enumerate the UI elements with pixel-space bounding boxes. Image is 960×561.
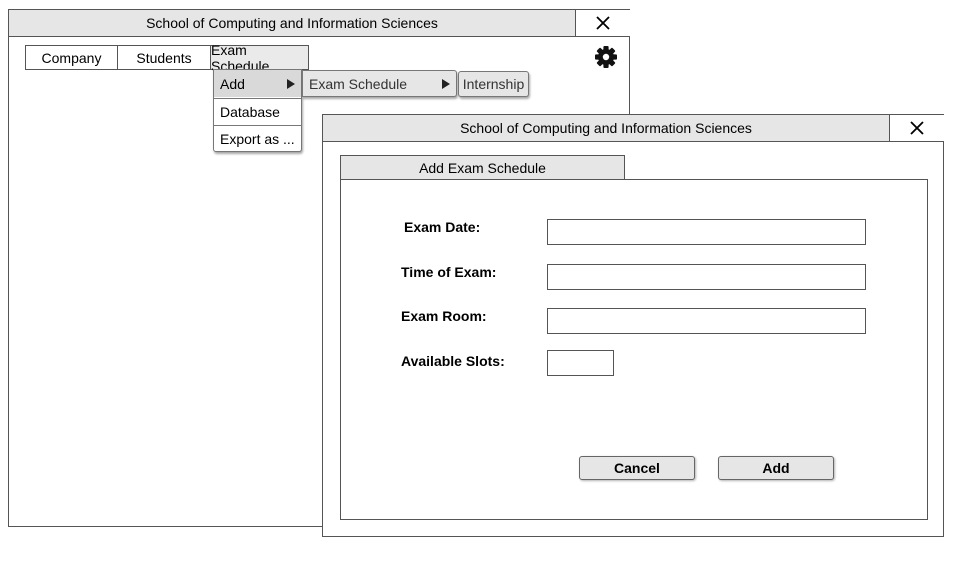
cancel-button[interactable]: Cancel — [579, 456, 695, 480]
exam-date-label: Exam Date: — [404, 219, 481, 235]
submenu-internship[interactable]: Internship — [458, 71, 529, 97]
tab-add-exam-schedule[interactable]: Add Exam Schedule — [340, 155, 625, 180]
tab-exam-schedule[interactable]: Exam Schedule — [210, 42, 309, 74]
dialog-title: School of Computing and Information Scie… — [323, 115, 889, 142]
exam-room-field[interactable] — [547, 308, 866, 334]
submenu-exam-schedule[interactable]: Exam Schedule — [302, 70, 457, 97]
gear-icon — [595, 46, 617, 68]
add-exam-dialog: School of Computing and Information Scie… — [322, 114, 944, 537]
submenu-exam-schedule-label: Exam Schedule — [309, 75, 408, 92]
exam-room-label: Exam Room: — [401, 308, 487, 324]
menu-item-add[interactable]: Add — [214, 70, 301, 97]
time-of-exam-label: Time of Exam: — [401, 264, 497, 280]
dialog-close-button[interactable] — [889, 115, 944, 142]
form-panel: Exam Date: Time of Exam: Exam Room: Avai… — [340, 179, 928, 520]
settings-button[interactable] — [593, 44, 619, 70]
exam-schedule-menu: Add Database Export as ... — [213, 69, 302, 152]
main-window-title: School of Computing and Information Scie… — [9, 10, 575, 37]
menu-item-export[interactable]: Export as ... — [214, 125, 301, 152]
submenu-arrow-icon — [442, 79, 450, 89]
exam-date-field[interactable] — [547, 219, 866, 245]
available-slots-label: Available Slots: — [401, 353, 505, 369]
available-slots-field[interactable] — [547, 350, 614, 376]
tab-company[interactable]: Company — [25, 45, 118, 70]
close-icon — [910, 121, 924, 135]
submenu-arrow-icon — [287, 79, 295, 89]
close-button[interactable] — [575, 10, 630, 37]
time-of-exam-field[interactable] — [547, 264, 866, 290]
menu-item-database[interactable]: Database — [214, 98, 301, 125]
close-icon — [596, 16, 610, 30]
menu-item-add-label: Add — [220, 75, 245, 92]
tab-students[interactable]: Students — [117, 45, 211, 70]
add-button[interactable]: Add — [718, 456, 834, 480]
